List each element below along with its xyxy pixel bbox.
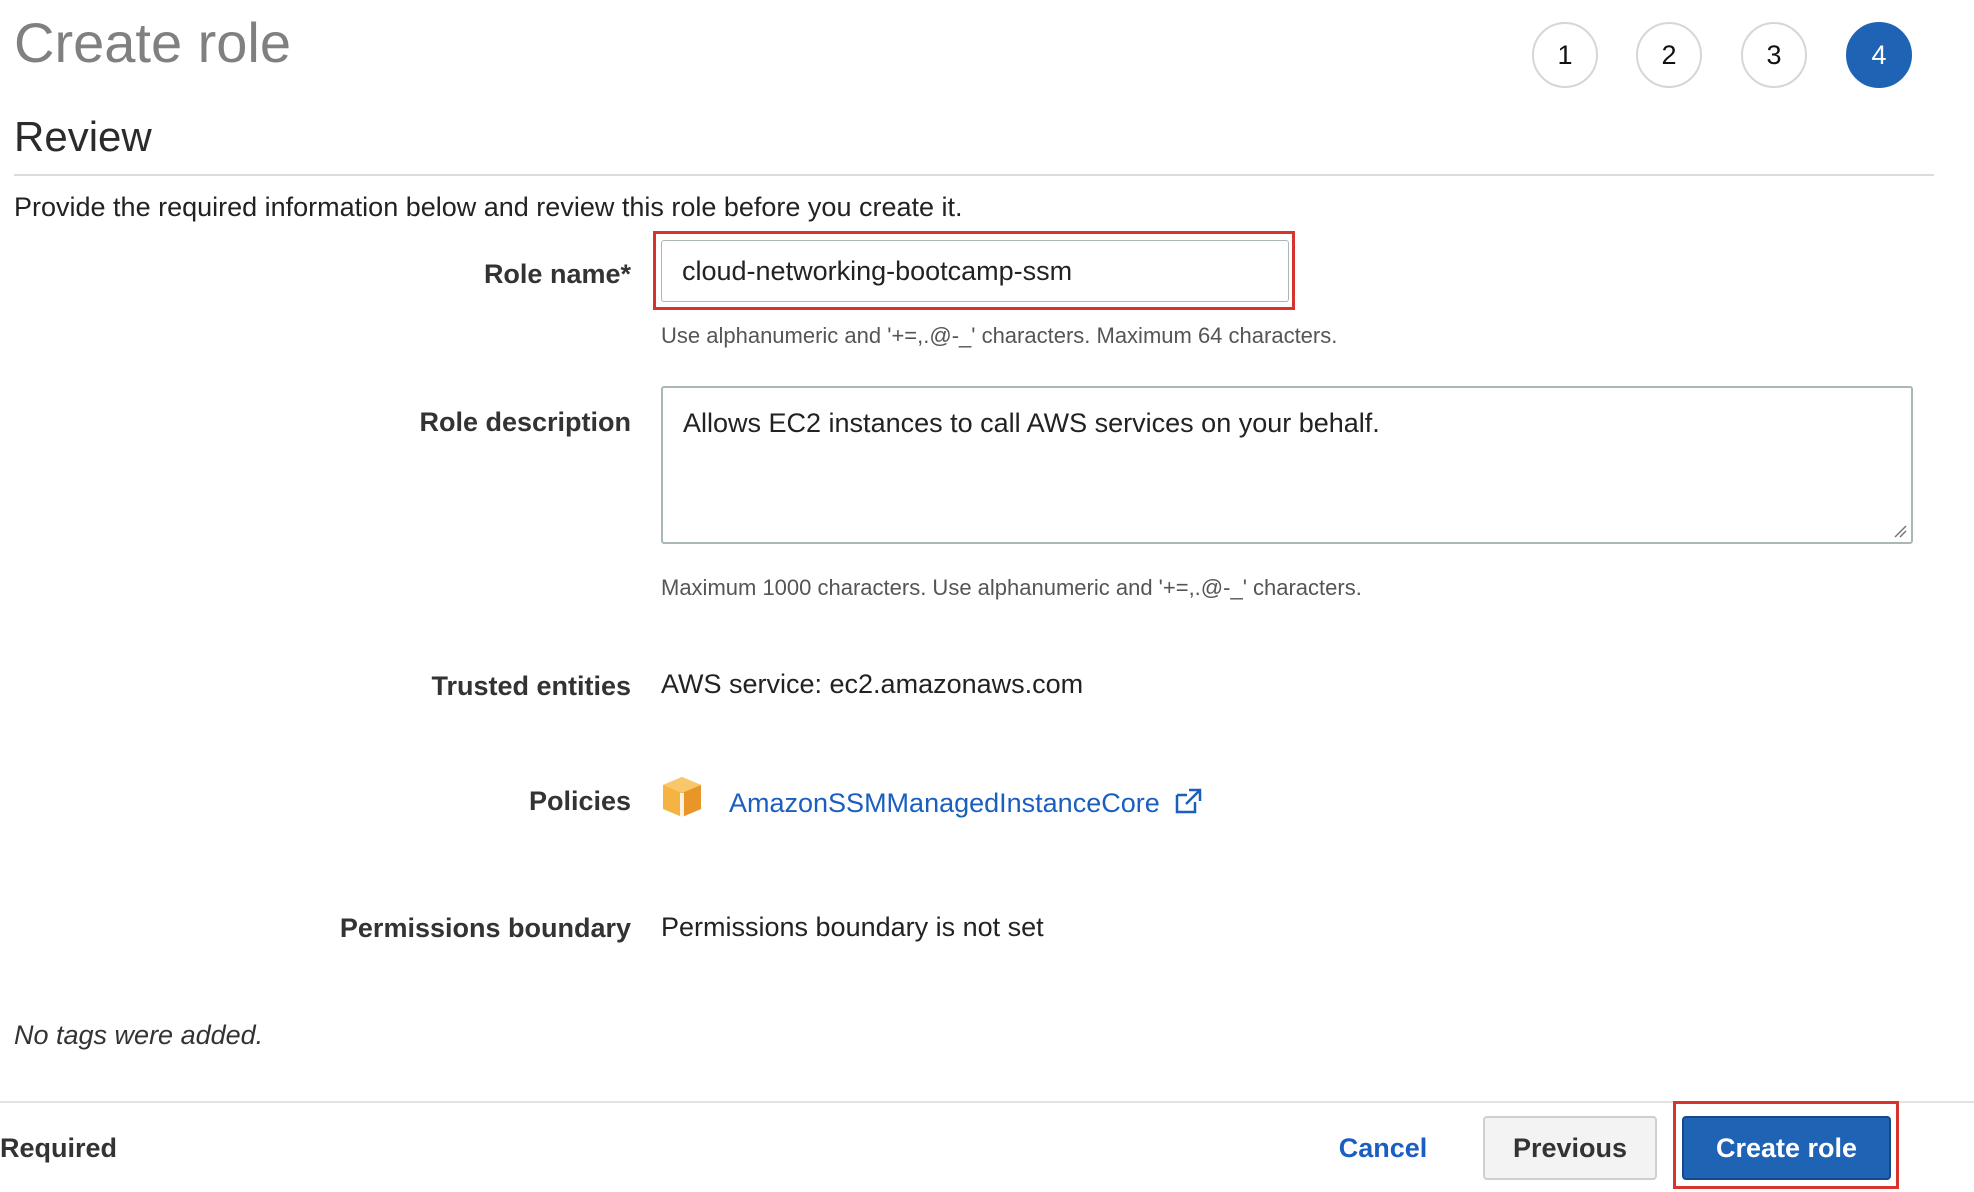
section-heading-review: Review — [14, 113, 152, 160]
permissions-boundary-label: Permissions boundary — [339, 913, 631, 943]
divider — [14, 174, 1934, 176]
trusted-entities-value: AWS service: ec2.amazonaws.com — [661, 669, 1084, 699]
tags-note: No tags were added. — [14, 1020, 264, 1050]
role-name-hint: Use alphanumeric and '+=,.@-_' character… — [661, 323, 1338, 348]
policy-name: AmazonSSMManagedInstanceCore — [729, 788, 1160, 818]
step-4-active: 4 — [1846, 22, 1912, 88]
role-description-textarea[interactable]: Allows EC2 instances to call AWS service… — [661, 386, 1913, 544]
role-description-label: Role description — [419, 407, 631, 437]
resize-grip-icon[interactable] — [1893, 524, 1907, 538]
page-title: Create role — [14, 11, 292, 74]
create-role-button[interactable]: Create role — [1682, 1116, 1891, 1180]
policy-box-icon — [663, 777, 701, 817]
policy-link[interactable]: AmazonSSMManagedInstanceCore — [729, 786, 1203, 820]
previous-button[interactable]: Previous — [1483, 1116, 1657, 1180]
policies-label: Policies — [528, 786, 631, 816]
role-name-label: Role name* — [483, 259, 631, 289]
step-3[interactable]: 3 — [1741, 22, 1807, 88]
external-link-icon — [1176, 788, 1202, 814]
step-1[interactable]: 1 — [1532, 22, 1598, 88]
step-2[interactable]: 2 — [1636, 22, 1702, 88]
permissions-boundary-value: Permissions boundary is not set — [661, 912, 1044, 942]
role-description-hint: Maximum 1000 characters. Use alphanumeri… — [661, 575, 1362, 600]
role-description-text: Allows EC2 instances to call AWS service… — [683, 408, 1380, 438]
role-name-input[interactable]: cloud-networking-bootcamp-ssm — [661, 240, 1289, 302]
required-label: Required — [0, 1133, 118, 1163]
cancel-button[interactable]: Cancel — [1318, 1116, 1448, 1180]
review-intro: Provide the required information below a… — [14, 192, 963, 222]
trusted-entities-label: Trusted entities — [431, 671, 631, 701]
